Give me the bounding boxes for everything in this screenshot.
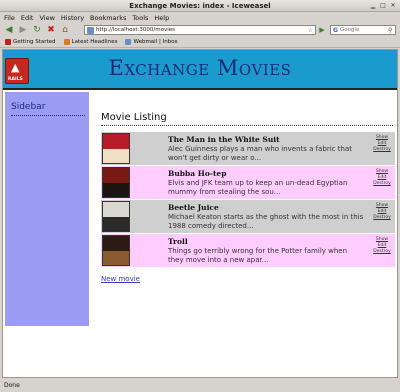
bookmark-icon (125, 39, 132, 45)
maximize-icon[interactable]: □ (379, 2, 387, 10)
new-movie-link[interactable]: New movie (101, 275, 140, 283)
movie-poster (102, 167, 130, 198)
navigation-toolbar: ◀ ▶ ↻ ✖ ⌂ http://localhost:3000/movies ☆… (0, 23, 400, 37)
menu-history[interactable]: History (61, 14, 84, 22)
movie-title: The Man in the White Suit (168, 135, 280, 144)
menu-file[interactable]: File (4, 14, 15, 22)
movie-description: Alec Guinness plays a man who invents a … (168, 145, 352, 162)
bookmark-webmail[interactable]: Webmail | Inbox (125, 39, 178, 45)
url-text[interactable]: http://localhost:3000/movies (96, 27, 308, 33)
minimize-icon[interactable]: ▁ (369, 2, 377, 10)
movie-actions: Show Edit Destroy (372, 135, 392, 153)
page-title: Movie Listing (101, 112, 167, 123)
bookmark-label: Getting Started (13, 39, 56, 45)
forward-icon[interactable]: ▶ (17, 24, 29, 36)
menu-help[interactable]: Help (154, 14, 169, 22)
movie-actions: Show Edit Destroy (372, 169, 392, 187)
home-icon[interactable]: ⌂ (59, 24, 71, 36)
movie-title: Beetle Juice (168, 203, 219, 212)
movie-row: Troll Things go terribly wrong for the P… (101, 234, 395, 267)
reload-icon[interactable]: ↻ (31, 24, 43, 36)
bookmarks-toolbar: Getting Started Latest Headlines Webmail… (0, 37, 400, 48)
go-arrow-icon[interactable]: ▶ (318, 25, 326, 35)
destroy-link[interactable]: Destroy (372, 147, 392, 153)
back-icon[interactable]: ◀ (3, 24, 15, 36)
search-box[interactable]: G ⚲ (330, 25, 396, 35)
window-titlebar: Exchange Movies: index - Iceweasel ▁ □ ✕ (0, 0, 400, 12)
site-title: Exchange Movies (108, 56, 292, 80)
page-viewport: ▲ RAILS Exchange Movies Sidebar Movie Li… (2, 49, 398, 378)
menu-edit[interactable]: Edit (21, 14, 34, 22)
url-bar[interactable]: http://localhost:3000/movies ☆ (84, 25, 316, 35)
bookmark-label: Webmail | Inbox (133, 39, 178, 45)
window-controls: ▁ □ ✕ (369, 2, 397, 10)
menu-tools[interactable]: Tools (132, 14, 148, 22)
movie-actions: Show Edit Destroy (372, 203, 392, 221)
destroy-link[interactable]: Destroy (372, 249, 392, 255)
movie-actions: Show Edit Destroy (372, 237, 392, 255)
movie-poster (102, 235, 130, 266)
site-header: ▲ RAILS Exchange Movies (3, 50, 397, 90)
rss-icon (63, 39, 70, 45)
heading-divider (101, 125, 393, 126)
status-text: Done (4, 382, 20, 389)
destroy-link[interactable]: Destroy (372, 181, 392, 187)
destroy-link[interactable]: Destroy (372, 215, 392, 221)
movie-title: Troll (168, 237, 188, 246)
status-bar: Done (0, 379, 400, 392)
sidebar-divider (11, 115, 85, 116)
sidebar-label: Sidebar (11, 102, 46, 112)
movie-description: Things go terribly wrong for the Potter … (168, 247, 348, 264)
movie-description: Elvis and JFK team up to keep an un-dead… (168, 179, 348, 196)
movie-description: Michael Keaton starts as the ghost with … (168, 213, 364, 230)
menu-bar: File Edit View History Bookmarks Tools H… (0, 12, 400, 23)
movie-title: Bubba Ho-tep (168, 169, 227, 178)
page-favicon-icon (87, 26, 94, 34)
menu-bookmarks[interactable]: Bookmarks (90, 14, 126, 22)
bookmark-icon (5, 39, 11, 45)
movie-row: Beetle Juice Michael Keaton starts as th… (101, 200, 395, 233)
movie-poster (102, 201, 130, 232)
sidebar: Sidebar (5, 92, 89, 326)
bookmark-latest-headlines[interactable]: Latest Headlines (63, 39, 118, 45)
movie-poster (102, 133, 130, 164)
search-input[interactable] (339, 27, 388, 33)
bookmark-label: Latest Headlines (71, 39, 118, 45)
google-icon: G (333, 26, 338, 34)
close-icon[interactable]: ✕ (389, 2, 397, 10)
search-icon[interactable]: ⚲ (388, 27, 392, 34)
window-title: Exchange Movies: index - Iceweasel (129, 2, 271, 10)
stop-icon[interactable]: ✖ (45, 24, 57, 36)
bookmark-star-icon[interactable]: ☆ (308, 27, 313, 34)
movie-row: The Man in the White Suit Alec Guinness … (101, 132, 395, 165)
movie-row: Bubba Ho-tep Elvis and JFK team up to ke… (101, 166, 395, 199)
bookmark-getting-started[interactable]: Getting Started (5, 39, 56, 45)
menu-view[interactable]: View (39, 14, 54, 22)
